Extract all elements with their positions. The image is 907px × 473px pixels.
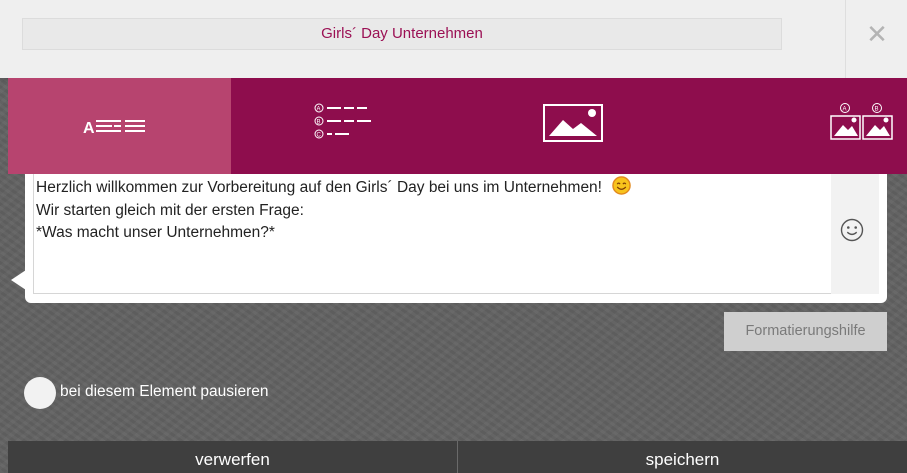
image-choice-button[interactable]: A B [685,78,907,174]
speech-bubble-tail [11,270,26,290]
close-icon[interactable]: ✕ [846,16,907,52]
multiple-choice-button[interactable]: A B C [231,78,458,174]
editor-line: Wir starten gleich mit der ersten Frage: [36,201,304,219]
footer-bar: verwerfen speichern [8,441,907,473]
text-format-button[interactable]: A [8,78,231,174]
svg-text:B: B [875,107,879,113]
pause-toggle[interactable] [24,377,56,409]
smiling-face-emoji [612,176,632,195]
svg-text:B: B [317,120,321,126]
content-type-toolbar: A A B C A B [8,78,907,174]
format-help-button[interactable]: Formatierungshilfe [724,312,887,351]
save-button[interactable]: speichern [457,441,907,473]
title-field[interactable]: Girls´ Day Unternehmen [22,18,782,50]
text-format-icon: A [83,120,145,137]
image-button[interactable] [458,78,685,174]
svg-text:A: A [83,120,95,137]
message-textarea[interactable]: Herzlich willkommen zur Vorbereitung auf… [33,174,831,294]
close-area: ✕ [845,0,907,78]
svg-text:A: A [317,107,321,113]
editor-line-text: Herzlich willkommen zur Vorbereitung auf… [36,179,602,196]
pause-label: bei diesem Element pausieren [60,383,269,400]
svg-text:A: A [843,107,847,113]
smiley-icon[interactable] [839,217,865,243]
discard-button[interactable]: verwerfen [8,441,457,473]
editor-line: *Was macht unser Unternehmen?* [36,224,275,241]
editor-line: Herzlich willkommen zur Vorbereitung auf… [36,176,831,200]
multiple-choice-icon: A B C [314,103,371,139]
image-choice-icon: A B [830,103,893,140]
image-icon [543,104,603,142]
editor-header: Girls´ Day Unternehmen ✕ [0,0,907,78]
svg-text:C: C [317,133,322,139]
